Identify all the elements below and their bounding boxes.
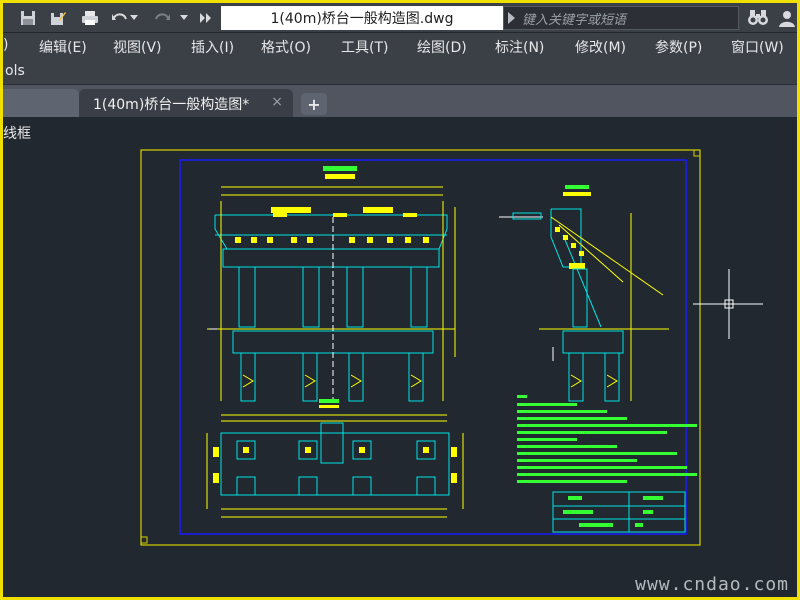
close-icon[interactable]: ×: [271, 94, 283, 110]
app-window: 1(40m)桥台一般构造图.dwg 键入关键字或短语 ) 编辑(E) 视图(V)…: [0, 0, 800, 600]
more-icon[interactable]: [195, 7, 217, 29]
quick-access-toolbar: 1(40m)桥台一般构造图.dwg 键入关键字或短语: [3, 3, 797, 33]
sheet-corner-mark: [140, 536, 148, 544]
menu-item-dimension[interactable]: 标注(N): [495, 37, 544, 57]
search-arrow-icon: [508, 12, 515, 24]
menu-item-tools-extension[interactable]: ols: [5, 63, 25, 79]
menu-item-insert[interactable]: 插入(I): [191, 37, 234, 57]
document-title: 1(40m)桥台一般构造图.dwg: [221, 6, 503, 30]
menu-item-format[interactable]: 格式(O): [261, 37, 311, 57]
plan-view: [206, 399, 464, 518]
crosshair-cursor: [693, 269, 763, 339]
cad-drawing: [140, 149, 763, 546]
side-view: [499, 185, 669, 402]
tab-drawing-label: 1(40m)桥台一般构造图*: [93, 97, 250, 113]
search-placeholder: 键入关键字或短语: [522, 12, 627, 28]
notes-block: [517, 395, 697, 483]
view-title-mark: [323, 166, 357, 171]
menu-bar: ) 编辑(E) 视图(V) 插入(I) 格式(O) 工具(T) 绘图(D) 标注…: [3, 33, 797, 59]
new-tab-button[interactable]: +: [301, 93, 327, 115]
save-icon[interactable]: [17, 7, 39, 29]
search-input[interactable]: 键入关键字或短语: [503, 6, 739, 30]
drawing-canvas[interactable]: 线框 www.cndao.com: [3, 117, 797, 597]
menu-item-modify[interactable]: 修改(M): [575, 37, 626, 57]
print-icon[interactable]: [79, 7, 101, 29]
menu-item-draw[interactable]: 绘图(D): [417, 37, 467, 57]
view-subtitle-mark: [325, 174, 355, 179]
menu-bar-second-row: ols: [3, 59, 797, 85]
undo-dropdown-icon[interactable]: [129, 7, 139, 29]
redo-dropdown-icon[interactable]: [179, 7, 189, 29]
tab-drawing[interactable]: 1(40m)桥台一般构造图* ×: [79, 89, 293, 117]
menu-item-file[interactable]: ): [3, 37, 8, 53]
file-tab-strip: 1(40m)桥台一般构造图* × +: [3, 85, 797, 117]
menu-item-tools[interactable]: 工具(T): [341, 37, 388, 57]
watermark: www.cndao.com: [635, 574, 789, 595]
undo-icon[interactable]: [109, 7, 131, 29]
title-block: [552, 491, 686, 533]
sheet-corner-mark: [693, 149, 701, 157]
user-icon[interactable]: [775, 7, 797, 29]
elevation-view: [207, 166, 456, 407]
tab-start[interactable]: [3, 89, 79, 117]
binoculars-icon[interactable]: [745, 7, 771, 29]
menu-item-view[interactable]: 视图(V): [113, 37, 162, 57]
redo-icon[interactable]: [151, 7, 173, 29]
save-as-icon[interactable]: [47, 7, 69, 29]
menu-item-edit[interactable]: 编辑(E): [39, 37, 87, 57]
menu-item-parametric[interactable]: 参数(P): [655, 37, 702, 57]
sheet-outer-border: [140, 149, 701, 546]
menu-item-window[interactable]: 窗口(W): [731, 37, 784, 57]
